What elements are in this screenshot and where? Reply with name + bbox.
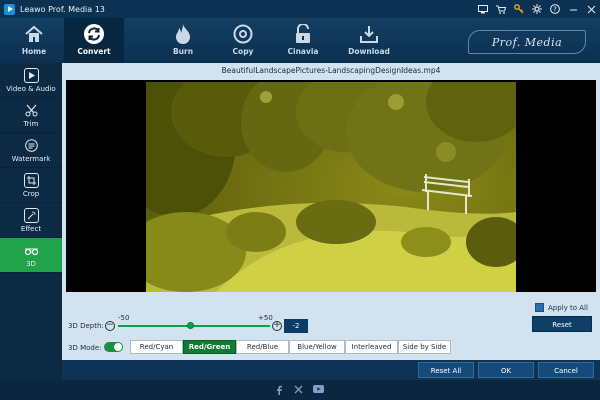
depth-decrease-button[interactable]: −: [105, 321, 115, 331]
sidebar-item-label: Video & Audio: [6, 84, 56, 93]
title-bar: Leawo Prof. Media 13 ?: [0, 0, 600, 18]
burn-icon: [171, 23, 195, 45]
toolbar-copy-label: Copy: [232, 47, 254, 56]
facebook-icon[interactable]: [274, 385, 284, 395]
editor-panel: BeautifulLandscapePictures-LandscapingDe…: [62, 63, 600, 400]
toolbar-burn-label: Burn: [172, 47, 194, 56]
help-icon[interactable]: ?: [546, 0, 564, 18]
3d-controls: -50 +50 3D Depth: − + -2 Apply to All Re…: [62, 297, 600, 357]
video-audio-icon: [23, 67, 39, 83]
cart-icon[interactable]: [492, 0, 510, 18]
sidebar-item-3d[interactable]: 3D: [0, 238, 62, 273]
reset-button[interactable]: Reset: [532, 316, 592, 332]
convert-icon: [82, 23, 106, 45]
sidebar-item-effect[interactable]: Effect: [0, 203, 62, 238]
depth-max-label: +50: [258, 314, 273, 322]
window-controls: ?: [474, 0, 600, 18]
toolbar-convert[interactable]: Convert: [64, 18, 124, 63]
effect-icon: [23, 207, 39, 223]
depth-label: 3D Depth:: [68, 322, 104, 330]
ok-button[interactable]: OK: [478, 362, 534, 378]
copy-icon: [231, 23, 255, 45]
depth-increase-button[interactable]: +: [272, 321, 282, 331]
file-name: BeautifulLandscapePictures-LandscapingDe…: [221, 66, 441, 75]
sidebar-item-crop[interactable]: Crop: [0, 168, 62, 203]
x-icon[interactable]: [293, 385, 303, 395]
video-preview: [66, 80, 596, 292]
sidebar-item-trim[interactable]: Trim: [0, 98, 62, 133]
youtube-icon[interactable]: [313, 385, 324, 395]
settings-icon[interactable]: [528, 0, 546, 18]
apply-to-all-checkbox[interactable]: [535, 303, 544, 312]
depth-min-label: -50: [118, 314, 130, 322]
toolbar-copy[interactable]: Copy: [213, 18, 273, 63]
app-title: Leawo Prof. Media 13: [20, 4, 105, 14]
toolbar-cinavia[interactable]: Cinavia: [273, 18, 333, 63]
main-toolbar: Home Convert Burn Copy Cinavia Download …: [0, 18, 600, 63]
mode-side-by-side-button[interactable]: Side by Side: [398, 340, 451, 354]
app-logo-icon: [4, 3, 15, 15]
cinavia-icon: [291, 23, 315, 45]
sidebar-item-label: Effect: [20, 224, 42, 233]
mode-red-green-button[interactable]: Red/Green: [183, 340, 236, 354]
toolbar-download-label: Download: [348, 47, 390, 56]
depth-slider-thumb[interactable]: [186, 322, 194, 329]
close-icon[interactable]: [582, 0, 600, 18]
crop-icon: [23, 172, 39, 188]
minimize-icon[interactable]: [564, 0, 582, 18]
toolbar-home-label: Home: [21, 47, 47, 56]
depth-slider-track[interactable]: [118, 325, 270, 327]
sidebar-item-video-audio[interactable]: Video & Audio: [0, 63, 62, 98]
svg-text:?: ?: [553, 6, 557, 14]
reset-all-button[interactable]: Reset All: [418, 362, 474, 378]
toolbar-convert-label: Convert: [77, 47, 111, 56]
sidebar-item-label: Trim: [23, 119, 39, 128]
sidebar-item-watermark[interactable]: Watermark: [0, 133, 62, 168]
key-icon[interactable]: [510, 0, 528, 18]
mode-label: 3D Mode:: [68, 344, 102, 352]
watermark-icon: [24, 138, 39, 153]
cancel-button[interactable]: Cancel: [538, 362, 594, 378]
toolbar-download[interactable]: Download: [339, 18, 399, 63]
apply-to-all-label: Apply to All: [548, 304, 588, 312]
toolbar-burn[interactable]: Burn: [153, 18, 213, 63]
mode-interleaved-button[interactable]: Interleaved: [345, 340, 398, 354]
monitor-icon[interactable]: [474, 0, 492, 18]
depth-value-field[interactable]: -2: [284, 319, 308, 333]
sidebar-item-label: 3D: [26, 259, 36, 268]
toolbar-cinavia-label: Cinavia: [287, 47, 319, 56]
action-bar: Reset All OK Cancel: [62, 360, 600, 380]
sidebar-item-label: Crop: [22, 189, 40, 198]
edit-sidebar: Video & Audio Trim Watermark Crop Effect…: [0, 63, 62, 400]
home-icon: [22, 23, 46, 45]
download-icon: [357, 23, 381, 45]
social-bar: [0, 380, 600, 400]
mode-red-cyan-button[interactable]: Red/Cyan: [130, 340, 183, 354]
sidebar-item-label: Watermark: [11, 154, 51, 163]
brand-logo: Prof. Media: [468, 30, 586, 54]
mode-red-blue-button[interactable]: Red/Blue: [236, 340, 289, 354]
toolbar-home[interactable]: Home: [4, 18, 64, 63]
mode-blue-yellow-button[interactable]: Blue/Yellow: [289, 340, 345, 354]
3d-glasses-icon: [24, 243, 39, 258]
video-frame: [146, 82, 516, 292]
3d-mode-toggle[interactable]: [104, 342, 123, 352]
trim-icon: [24, 103, 39, 118]
